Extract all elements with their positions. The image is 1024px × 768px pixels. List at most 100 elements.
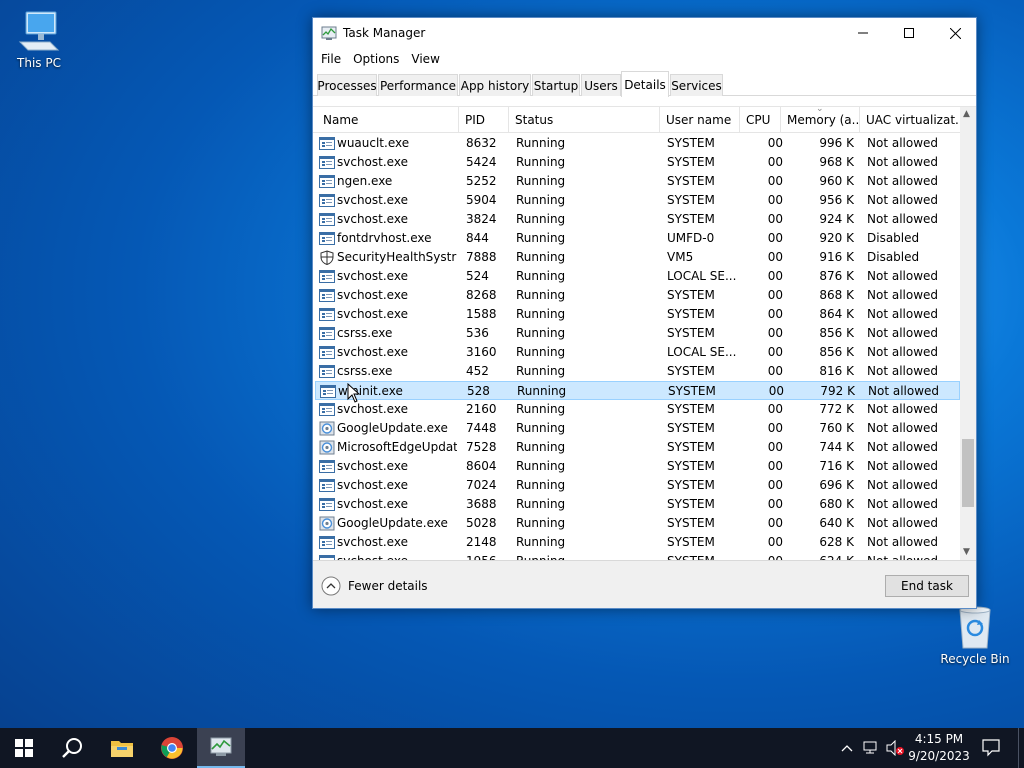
cell-user-name: SYSTEM <box>667 478 715 492</box>
tab-app-history[interactable]: App history <box>459 74 531 96</box>
menu-options[interactable]: Options <box>347 52 405 66</box>
application-icon <box>319 479 335 492</box>
volume-tray-button[interactable] <box>884 728 906 768</box>
recycle-bin-desktop-icon[interactable]: Recycle Bin <box>939 604 1011 666</box>
start-button[interactable] <box>0 728 48 768</box>
cell-pid: 7528 <box>466 440 497 454</box>
cell-pid: 7024 <box>466 478 497 492</box>
cell-memory: 916 K <box>819 250 854 264</box>
chrome-taskbar-button[interactable] <box>148 728 196 768</box>
table-row[interactable]: svchost.exe 3824 Running SYSTEM 00 924 K Not a… <box>315 210 960 229</box>
cell-cpu: 00 <box>767 402 783 416</box>
cell-uac-virtualization: Not allowed <box>867 269 939 283</box>
cell-uac-virtualization: Not allowed <box>867 516 939 530</box>
show-desktop-button[interactable] <box>1018 728 1024 768</box>
table-row[interactable]: SecurityHealthSystra... 7888 Running VM5 00 9… <box>315 248 960 267</box>
cell-status: Running <box>517 384 567 398</box>
cell-status: Running <box>516 269 566 283</box>
column-header-uac[interactable]: UAC virtualizat... <box>860 107 960 133</box>
table-row[interactable]: GoogleUpdate.exe 5028 Running SYSTEM 00 640 K… <box>315 514 960 533</box>
menu-view[interactable]: View <box>405 52 445 66</box>
cell-name: svchost.exe <box>337 345 408 359</box>
network-tray-button[interactable] <box>860 728 882 768</box>
cell-status: Running <box>516 402 566 416</box>
cell-memory: 996 K <box>819 136 854 150</box>
table-row[interactable]: svchost.exe 1588 Running SYSTEM 00 864 K Not a… <box>315 305 960 324</box>
column-header-name[interactable]: Name <box>313 107 459 133</box>
column-header-user-name[interactable]: User name <box>660 107 740 133</box>
cell-status: Running <box>516 212 566 226</box>
scrollbar-thumb[interactable] <box>962 439 974 507</box>
table-row[interactable]: svchost.exe 2160 Running SYSTEM 00 772 K Not a… <box>315 400 960 419</box>
cell-cpu: 00 <box>767 174 783 188</box>
cell-cpu: 00 <box>767 459 783 473</box>
cell-status: Running <box>516 288 566 302</box>
table-row[interactable]: svchost.exe 8604 Running SYSTEM 00 716 K Not a… <box>315 457 960 476</box>
column-header-cpu[interactable]: CPU <box>740 107 781 133</box>
cell-name: svchost.exe <box>337 535 408 549</box>
minimize-button[interactable] <box>840 18 886 48</box>
cell-user-name: SYSTEM <box>667 364 715 378</box>
cell-pid: 3688 <box>466 497 497 511</box>
table-body: wuauclt.exe 8632 Running SYSTEM 00 996 K Not a… <box>313 134 960 560</box>
maximize-button[interactable] <box>886 18 932 48</box>
cell-memory: 716 K <box>819 459 854 473</box>
cell-memory: 968 K <box>819 155 854 169</box>
table-row[interactable]: svchost.exe 5424 Running SYSTEM 00 968 K Not a… <box>315 153 960 172</box>
scroll-down-icon[interactable]: ▼ <box>963 547 970 557</box>
table-row[interactable]: svchost.exe 3688 Running SYSTEM 00 680 K Not a… <box>315 495 960 514</box>
clock-date: 9/20/2023 <box>908 749 970 763</box>
search-button[interactable] <box>48 728 96 768</box>
file-explorer-taskbar-button[interactable] <box>98 728 146 768</box>
table-row[interactable]: svchost.exe 524 Running LOCAL SE... 00 876 K N… <box>315 267 960 286</box>
cell-pid: 528 <box>467 384 490 398</box>
cell-cpu: 00 <box>743 552 783 560</box>
table-row[interactable]: svchost.exe 3160 Running LOCAL SE... 00 856 K… <box>315 343 960 362</box>
menu-file[interactable]: File <box>315 52 347 66</box>
tab-processes[interactable]: Processes <box>317 74 377 96</box>
cell-uac-virtualization: Not allowed <box>867 402 939 416</box>
table-row[interactable]: GoogleUpdate.exe 7448 Running SYSTEM 00 760 K… <box>315 419 960 438</box>
table-row[interactable]: csrss.exe 452 Running SYSTEM 00 816 K Not allo… <box>315 362 960 381</box>
table-row[interactable]: csrss.exe 536 Running SYSTEM 00 856 K Not allo… <box>315 324 960 343</box>
task-manager-taskbar-button[interactable] <box>197 728 245 768</box>
tab-services[interactable]: Services <box>670 74 723 96</box>
cell-uac-virtualization: Not allowed <box>867 459 939 473</box>
table-row[interactable]: fontdrvhost.exe 844 Running UMFD-0 00 920 K Di… <box>315 229 960 248</box>
tab-performance[interactable]: Performance <box>378 74 458 96</box>
cell-uac-virtualization: Not allowed <box>867 345 939 359</box>
end-task-button[interactable]: End task <box>885 575 969 597</box>
application-icon <box>320 385 336 398</box>
cell-uac-virtualization: Disabled <box>867 250 920 264</box>
column-header-status[interactable]: Status <box>509 107 660 133</box>
tab-startup[interactable]: Startup <box>532 74 580 96</box>
column-header-pid[interactable]: PID <box>459 107 509 133</box>
cell-pid: 2148 <box>466 535 497 549</box>
close-button[interactable] <box>932 18 978 48</box>
table-row[interactable]: wininit.exe 528 Running SYSTEM 00 792 K Not al… <box>315 381 960 400</box>
action-center-button[interactable] <box>980 736 1002 761</box>
application-icon <box>319 270 335 283</box>
shield-icon <box>320 250 334 265</box>
details-table: Name PID Status User name CPU Memory (a.… <box>313 106 976 560</box>
cell-status: Running <box>516 193 566 207</box>
table-row[interactable]: MicrosoftEdgeUpdat... 7528 Running SYSTEM 00… <box>315 438 960 457</box>
tab-users[interactable]: Users <box>581 74 621 96</box>
fewer-details-button[interactable]: Fewer details <box>321 576 428 596</box>
table-row[interactable]: svchost.exe 8268 Running SYSTEM 00 868 K Not a… <box>315 286 960 305</box>
cell-status: Running <box>516 364 566 378</box>
title-bar[interactable]: Task Manager <box>313 18 976 48</box>
table-row[interactable]: wuauclt.exe 8632 Running SYSTEM 00 996 K Not a… <box>315 134 960 153</box>
tab-details[interactable]: Details <box>621 71 669 97</box>
cell-user-name: VM5 <box>667 250 694 264</box>
vertical-scrollbar[interactable]: ▲ ▼ <box>960 107 976 560</box>
show-hidden-icons-button[interactable] <box>838 728 856 768</box>
table-row[interactable]: svchost.exe 7024 Running SYSTEM 00 696 K Not a… <box>315 476 960 495</box>
table-row[interactable]: svchost.exe 2148 Running SYSTEM 00 628 K Not a… <box>315 533 960 552</box>
table-row[interactable]: ngen.exe 5252 Running SYSTEM 00 960 K Not allo… <box>315 172 960 191</box>
scroll-up-icon[interactable]: ▲ <box>963 109 970 119</box>
this-pc-desktop-icon[interactable]: This PC <box>3 8 75 70</box>
table-row[interactable]: svchost.exe 1956 Running SYSTEM 00624 K Not a… <box>315 552 960 560</box>
system-clock[interactable]: 4:15 PM 9/20/2023 <box>906 731 972 765</box>
table-row[interactable]: svchost.exe 5904 Running SYSTEM 00 956 K Not a… <box>315 191 960 210</box>
